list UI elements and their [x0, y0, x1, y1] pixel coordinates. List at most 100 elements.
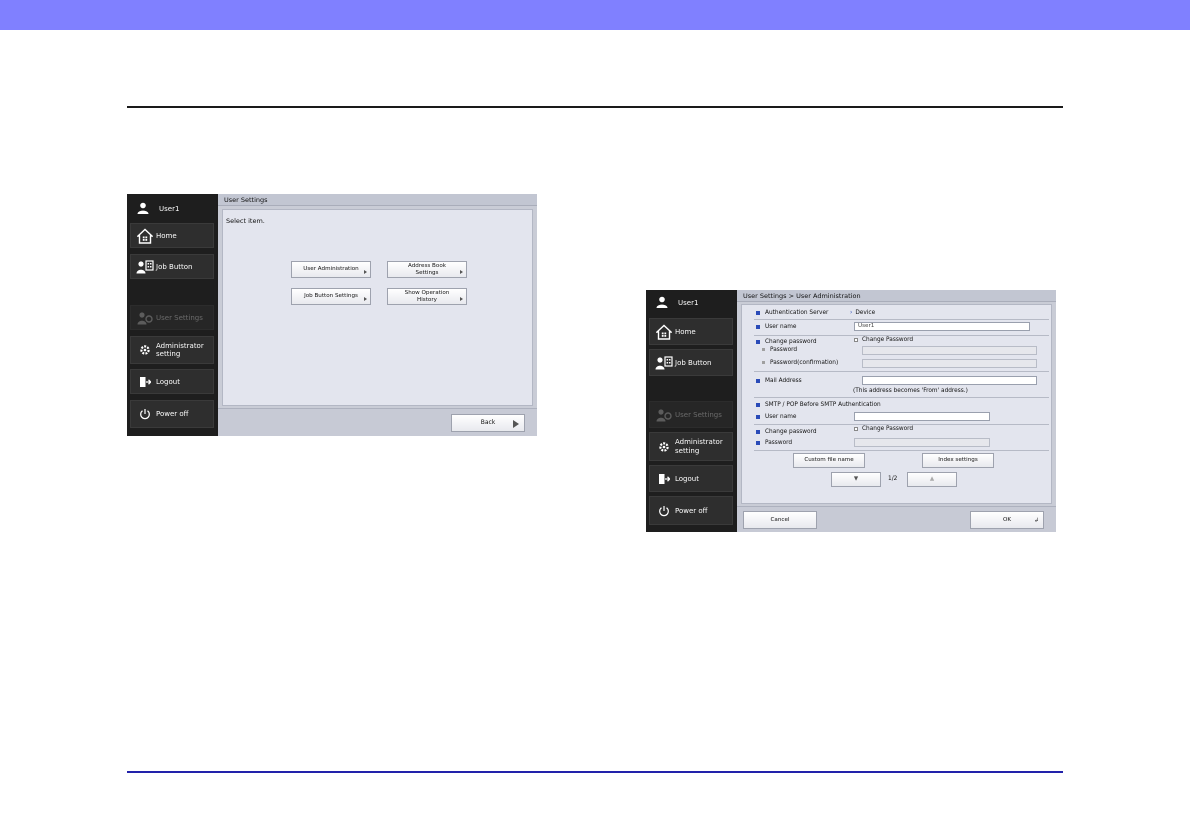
sidebar: User1 Home Job Button User Settings Admi… [127, 194, 216, 436]
user-name-label: User1 [678, 299, 699, 307]
user-settings-label: User Settings [156, 313, 203, 322]
power-icon [653, 505, 675, 517]
ok-button[interactable]: OK ↲ [970, 511, 1044, 529]
triangle-up-icon: ▲ [929, 476, 935, 483]
cancel-button[interactable]: Cancel [743, 511, 817, 529]
logout-label: Logout [675, 474, 699, 483]
password-confirm-label: Password(confirmation) [762, 360, 838, 366]
home-icon [653, 324, 675, 340]
arrow-right-icon [460, 270, 463, 274]
user-administration-button[interactable]: User Administration [291, 261, 371, 278]
change-password-checkbox[interactable]: Change Password [854, 337, 913, 343]
power-off-button[interactable]: Power off [649, 496, 733, 525]
logout-button[interactable]: Logout [649, 465, 733, 492]
user-name-input[interactable]: User1 [854, 322, 1030, 331]
arrow-right-icon [364, 297, 367, 301]
job-button-button[interactable]: Job Button [649, 349, 733, 376]
current-user: User1 [137, 202, 179, 216]
job-button-settings-button[interactable]: Job Button Settings [291, 288, 371, 305]
manual-page: User1 Home Job Button User Settings Admi… [0, 0, 1190, 840]
power-off-button[interactable]: Power off [130, 400, 214, 428]
header-band [0, 0, 1190, 30]
home-icon [134, 228, 156, 244]
administrator-setting-label: Administrator setting [156, 341, 204, 358]
custom-file-name-button[interactable]: Custom file name [793, 453, 865, 468]
play-right-icon [513, 420, 519, 428]
power-icon [134, 408, 156, 420]
home-label: Home [675, 327, 696, 336]
footer-bar: Cancel OK ↲ [737, 506, 1056, 532]
password-input[interactable] [862, 346, 1037, 355]
user-settings-icon [134, 311, 156, 325]
user-settings-button: User Settings [649, 401, 733, 428]
arrow-right-icon [460, 297, 463, 301]
instruction-text: Select item. [226, 217, 265, 225]
smtp-password-label: Password [756, 440, 792, 446]
footer-bar: Back [218, 408, 537, 436]
page-indicator: 1/2 [888, 476, 898, 482]
index-settings-button[interactable]: Index settings [922, 453, 994, 468]
checkbox-icon [854, 426, 858, 431]
job-button-label: Job Button [675, 358, 712, 367]
user-settings-label: User Settings [675, 410, 722, 419]
content-area: Select item. User Administration Address… [222, 209, 533, 406]
power-off-label: Power off [675, 506, 708, 515]
mail-address-note: (This address becomes 'From' address.) [853, 388, 968, 394]
user-settings-icon [653, 408, 675, 422]
change-password-label: Change password [756, 339, 817, 345]
current-user: User1 [656, 296, 698, 310]
smtp-change-password-checkbox[interactable]: Change Password [854, 426, 913, 432]
user-name-label: User name [756, 324, 797, 330]
user-settings-screen: User1 Home Job Button User Settings Admi… [127, 194, 537, 436]
auth-server-value: › Device [850, 310, 876, 316]
job-button-icon [653, 355, 675, 370]
triangle-down-icon: ▼ [853, 476, 859, 483]
job-button-label: Job Button [156, 262, 193, 271]
sidebar: User1 Home Job Button User Settings Admi… [646, 290, 735, 532]
logout-icon [134, 376, 156, 388]
home-button[interactable]: Home [130, 223, 214, 248]
user-settings-button: User Settings [130, 305, 214, 330]
administrator-setting-label: Administrator setting [675, 438, 723, 455]
administrator-setting-button[interactable]: Administrator setting [130, 336, 214, 364]
address-book-settings-button[interactable]: Address Book Settings [387, 261, 467, 278]
auth-server-label: Authentication Server [756, 310, 828, 316]
user-administration-screen: User1 Home Job Button User Settings Admi… [646, 290, 1056, 532]
password-confirm-input[interactable] [862, 359, 1037, 368]
page-down-button[interactable]: ▼ [831, 472, 881, 487]
user-name-label: User1 [159, 205, 180, 213]
power-off-label: Power off [156, 410, 189, 418]
content-area: Authentication Server › Device User name … [741, 304, 1052, 504]
administrator-setting-button[interactable]: Administrator setting [649, 432, 733, 461]
checkbox-icon [854, 337, 858, 342]
arrow-right-icon [364, 270, 367, 274]
smtp-user-name-input[interactable] [854, 412, 990, 421]
gear-icon [653, 441, 675, 453]
smtp-user-name-label: User name [756, 414, 797, 420]
show-operation-history-button[interactable]: Show Operation History [387, 288, 467, 305]
gear-icon [134, 344, 156, 356]
screen-title: User Settings > User Administration [737, 290, 1056, 302]
job-button-button[interactable]: Job Button [130, 254, 214, 279]
smtp-heading: SMTP / POP Before SMTP Authentication [756, 402, 881, 408]
page-up-button: ▲ [907, 472, 957, 487]
smtp-password-input[interactable] [854, 438, 990, 447]
logout-label: Logout [156, 377, 180, 386]
screen-title: User Settings [218, 194, 537, 206]
user-icon [137, 202, 151, 216]
main-panel: User Settings > User Administration Auth… [737, 290, 1056, 532]
mail-address-input[interactable] [862, 376, 1037, 385]
home-button[interactable]: Home [649, 318, 733, 345]
chevron-right-icon: › [850, 310, 853, 316]
password-label: Password [762, 347, 797, 353]
main-panel: User Settings Select item. User Administ… [218, 194, 537, 436]
user-icon [656, 296, 670, 310]
job-button-icon [134, 259, 156, 274]
home-label: Home [156, 231, 177, 240]
back-button[interactable]: Back [451, 414, 525, 432]
enter-icon: ↲ [1033, 517, 1039, 525]
bottom-rule [127, 771, 1063, 773]
logout-button[interactable]: Logout [130, 369, 214, 394]
smtp-change-password-label: Change password [756, 429, 817, 435]
mail-address-label: Mail Address [756, 378, 802, 384]
